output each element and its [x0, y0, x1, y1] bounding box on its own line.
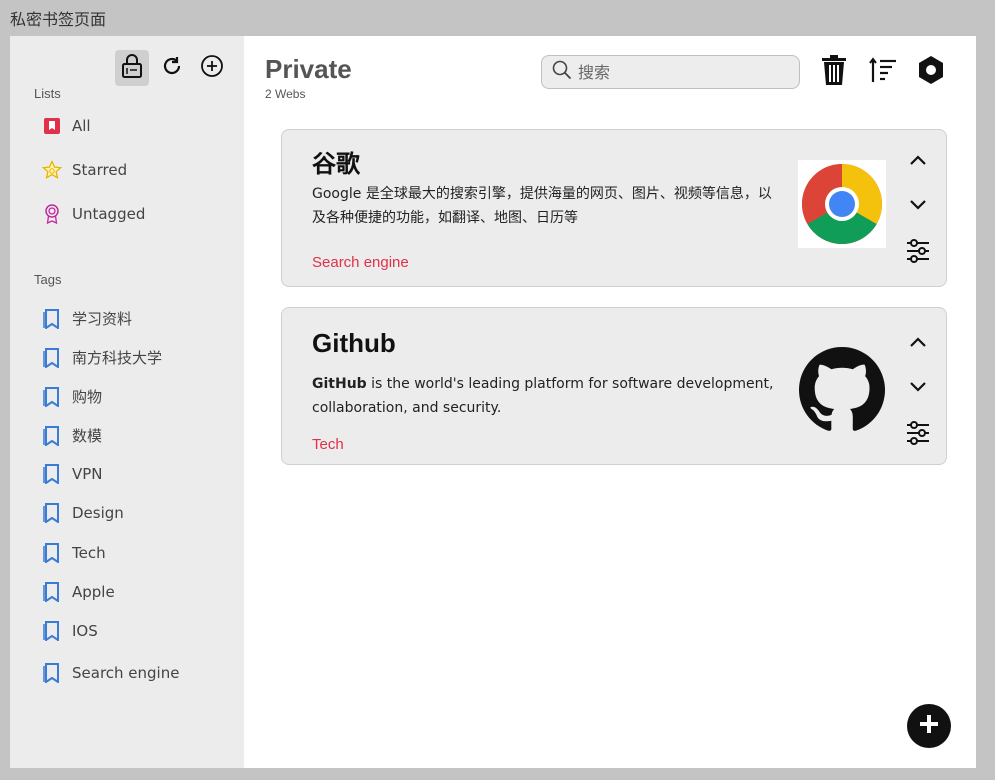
chevron-up-icon	[909, 153, 927, 171]
sidebar-tag-item[interactable]: Tech	[42, 543, 106, 563]
move-up-button[interactable]	[904, 330, 932, 358]
card-description: GitHub is the world's leading platform f…	[312, 372, 787, 420]
chevron-up-icon	[909, 335, 927, 353]
sidebar-tag-label: 南方科技大学	[72, 349, 163, 367]
bookmark-outline-icon	[42, 347, 62, 368]
move-up-button[interactable]	[904, 148, 932, 176]
sidebar-tag-item[interactable]: IOS	[42, 621, 98, 641]
sidebar-tag-label: IOS	[72, 622, 98, 640]
lock-button[interactable]	[115, 50, 149, 86]
search-icon	[552, 60, 572, 85]
card-title: Github	[312, 328, 396, 358]
sidebar-tag-label: Apple	[72, 583, 115, 601]
settings-button[interactable]	[914, 54, 948, 90]
sidebar-tag-label: VPN	[72, 465, 103, 483]
sidebar-tag-item[interactable]: 数模	[42, 425, 102, 446]
delete-button[interactable]	[817, 54, 851, 90]
add-circle-icon	[200, 54, 224, 83]
bookmark-outline-icon	[42, 464, 62, 484]
add-bookmark-button[interactable]	[907, 704, 951, 748]
app-window: Lists All Starred Untagged Tags 学习资料南方科技…	[10, 36, 976, 768]
sidebar-tag-item[interactable]: 购物	[42, 386, 102, 407]
sidebar-item-label: Starred	[72, 161, 128, 179]
sidebar-item-all[interactable]: All	[42, 116, 91, 136]
sidebar-tag-item[interactable]: 学习资料	[42, 308, 132, 329]
star-icon	[42, 160, 62, 180]
refresh-icon	[161, 55, 183, 82]
lock-icon	[121, 53, 143, 84]
card-title: 谷歌	[312, 150, 360, 178]
bookmark-outline-icon	[42, 663, 62, 683]
sidebar-tag-label: 数模	[72, 427, 103, 445]
card-options-button[interactable]	[904, 420, 932, 450]
settings-icon	[916, 55, 946, 90]
bookmark-outline-icon	[42, 425, 62, 446]
sidebar-item-label: All	[72, 117, 91, 135]
sidebar-tag-item[interactable]: Apple	[42, 582, 115, 602]
sidebar-tag-label: 学习资料	[72, 310, 133, 328]
github-logo-icon	[798, 346, 886, 434]
sidebar-tag-item[interactable]: Search engine	[42, 663, 179, 683]
window-title: 私密书签页面	[10, 10, 107, 29]
sidebar-toolbar	[115, 50, 229, 86]
card-tag[interactable]: Search engine	[312, 254, 409, 271]
bookmark-outline-icon	[42, 386, 62, 407]
sort-button[interactable]	[866, 54, 900, 90]
chevron-down-icon	[909, 198, 927, 216]
bookmark-outline-icon	[42, 503, 62, 523]
plus-icon	[918, 713, 940, 740]
sidebar-item-starred[interactable]: Starred	[42, 160, 127, 180]
card-tag[interactable]: Tech	[312, 436, 344, 453]
sidebar-tag-item[interactable]: Design	[42, 503, 124, 523]
bookmark-filled-icon	[42, 116, 62, 136]
bookmark-outline-icon	[42, 621, 62, 641]
bookmark-outline-icon	[42, 308, 62, 329]
card-description: Google 是全球最大的搜索引擎，提供海量的网页、图片、视频等信息，以及各种便…	[312, 186, 772, 226]
refresh-button[interactable]	[155, 50, 189, 86]
bookmark-outline-icon	[42, 582, 62, 602]
sidebar-tag-label: Design	[72, 504, 124, 522]
sidebar-tag-label: Search engine	[72, 664, 180, 682]
chevron-down-icon	[909, 380, 927, 398]
trash-icon	[821, 54, 847, 91]
main-content: Private 2 Webs 谷歌 Google 是全球最大的搜	[244, 36, 976, 768]
add-list-button[interactable]	[195, 50, 229, 86]
badge-icon	[42, 204, 62, 224]
chrome-logo-icon	[798, 160, 886, 248]
lists-header: Lists	[34, 86, 61, 101]
bookmark-card-github[interactable]: Github GitHub is the world's leading pla…	[281, 307, 947, 465]
card-description-bold: GitHub	[312, 376, 367, 392]
sidebar-tag-item[interactable]: 南方科技大学	[42, 347, 162, 368]
sidebar-tag-label: 购物	[72, 388, 103, 406]
sort-icon	[869, 56, 897, 89]
sliders-icon	[906, 420, 930, 450]
bookmark-card-google[interactable]: 谷歌 Google 是全球最大的搜索引擎，提供海量的网页、图片、视频等信息，以及…	[281, 129, 947, 287]
move-down-button[interactable]	[904, 193, 932, 221]
sidebar: Lists All Starred Untagged Tags 学习资料南方科技…	[10, 36, 244, 768]
sidebar-tag-label: Tech	[72, 544, 106, 562]
card-options-button[interactable]	[904, 238, 932, 268]
page-subtitle: 2 Webs	[265, 87, 306, 101]
bookmark-outline-icon	[42, 543, 62, 563]
search-input[interactable]	[578, 62, 778, 82]
sidebar-item-untagged[interactable]: Untagged	[42, 204, 145, 224]
sidebar-tag-item[interactable]: VPN	[42, 464, 103, 484]
sidebar-item-label: Untagged	[72, 205, 146, 223]
search-box[interactable]	[541, 55, 800, 89]
card-description-text: is the world's leading platform for soft…	[312, 376, 774, 416]
sliders-icon	[906, 238, 930, 268]
tags-header: Tags	[34, 272, 62, 287]
move-down-button[interactable]	[904, 375, 932, 403]
page-title: Private	[265, 54, 352, 84]
